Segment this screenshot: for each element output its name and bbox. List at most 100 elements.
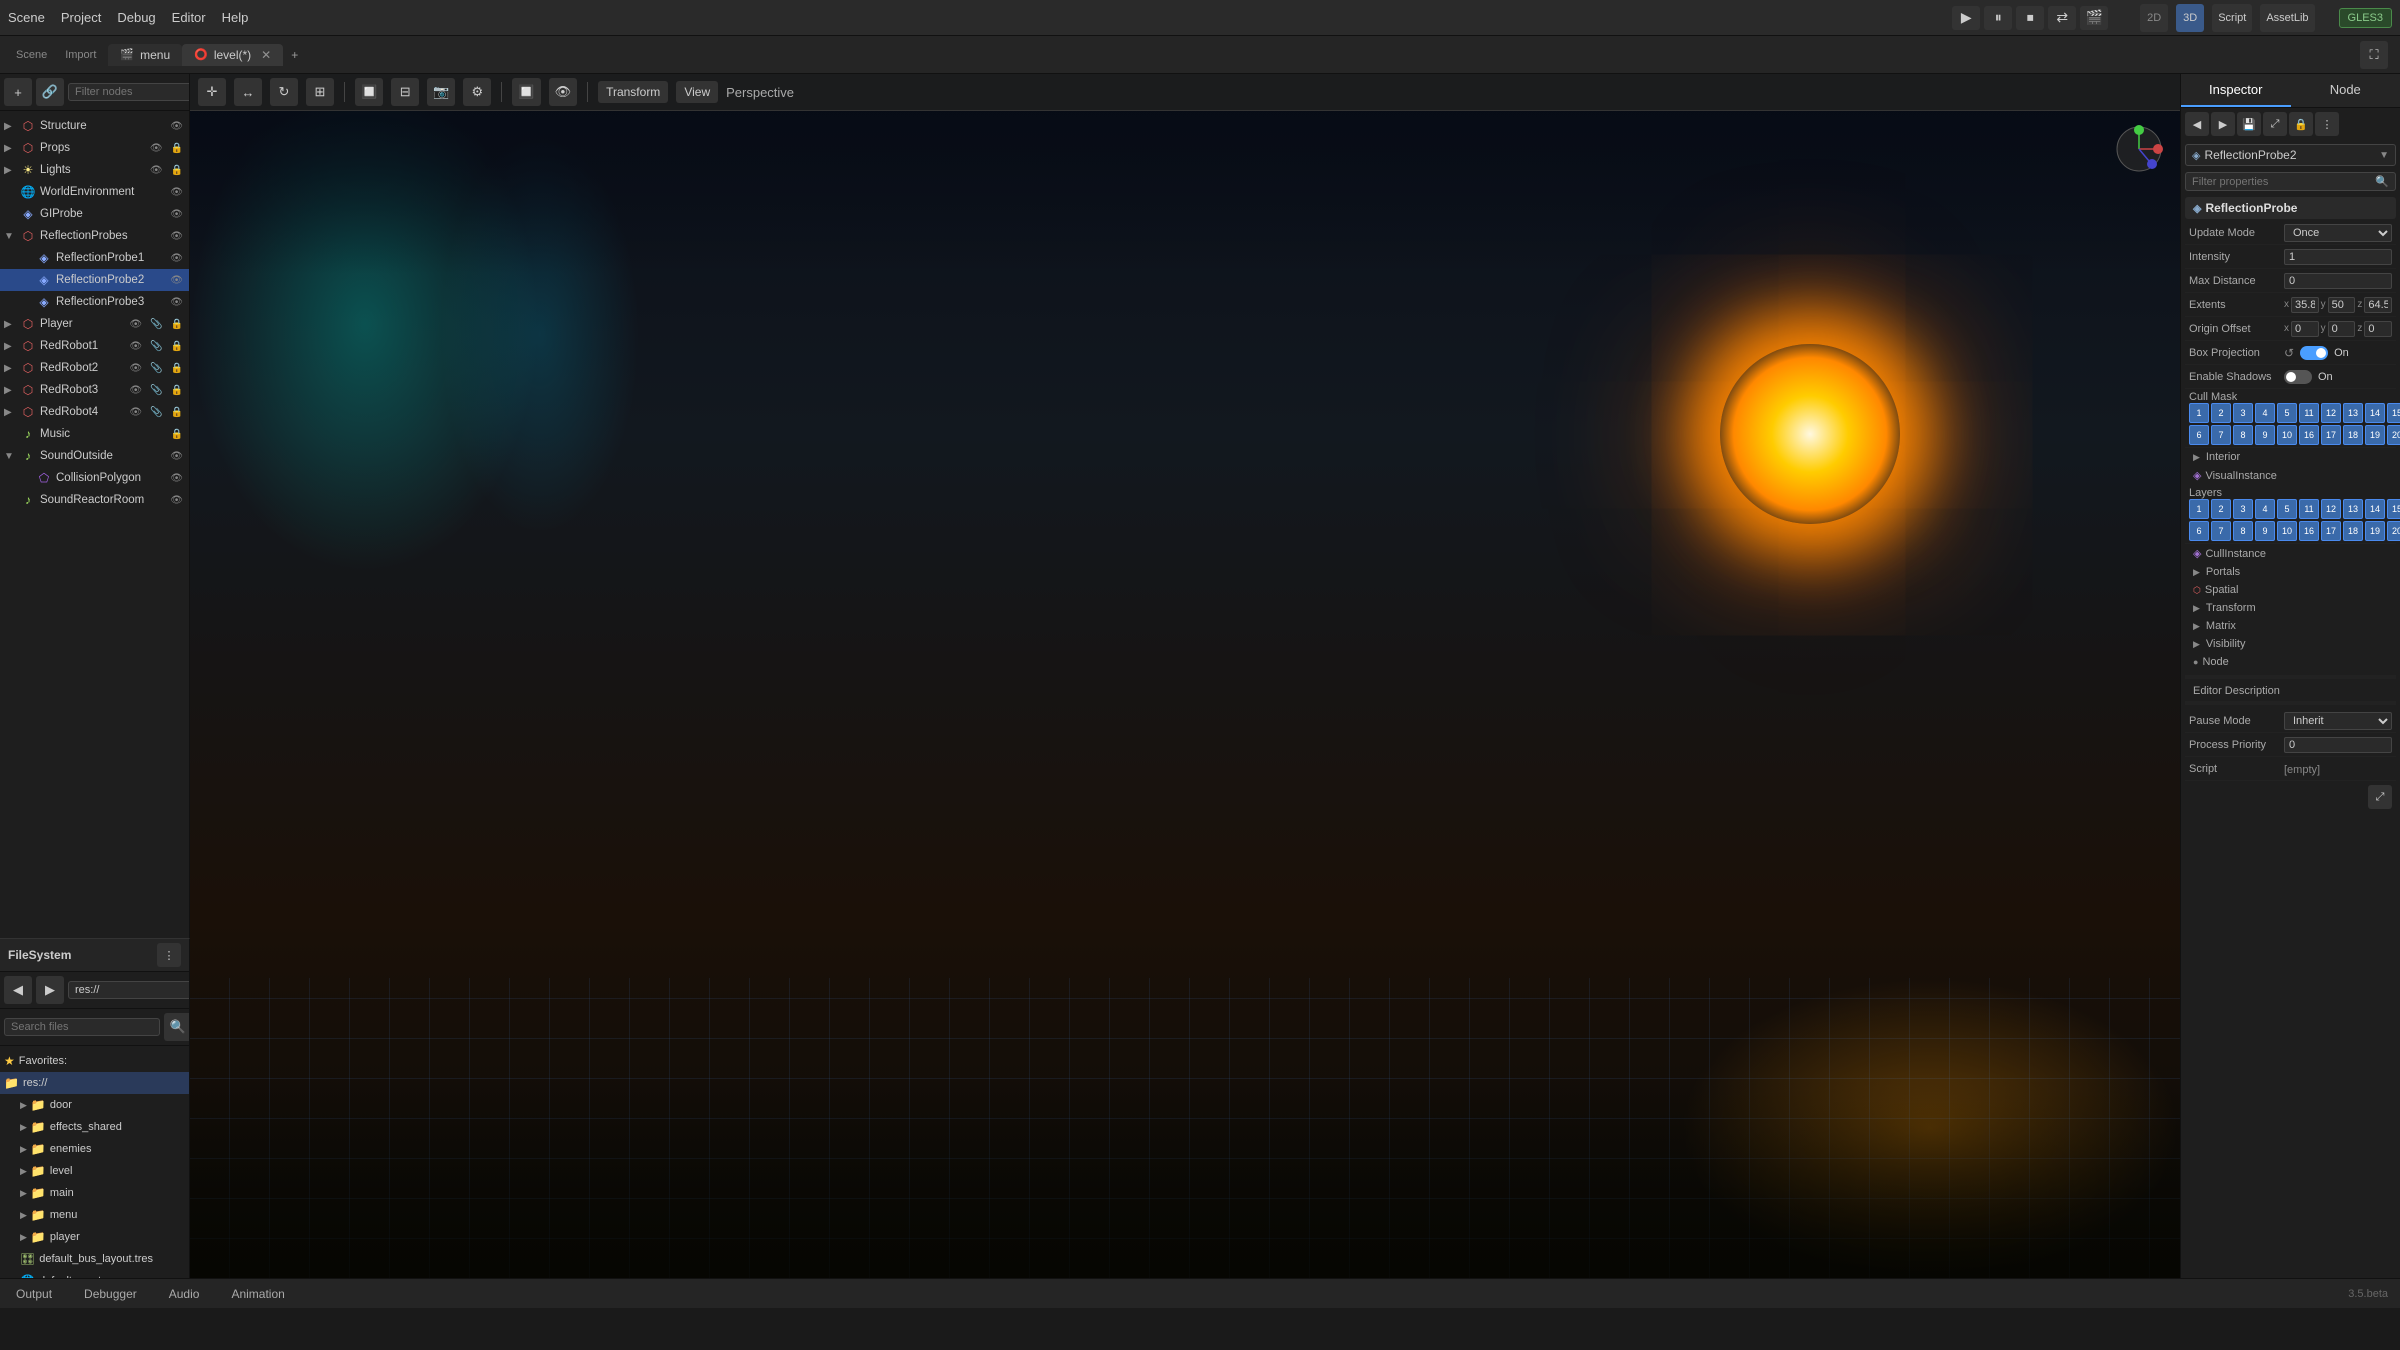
layer-cell-12[interactable]: 12 xyxy=(2321,499,2341,519)
script-button[interactable]: Script xyxy=(2212,4,2252,32)
menu-debug[interactable]: Debug xyxy=(117,10,155,25)
tree-lock-player[interactable]: 🔒 xyxy=(169,318,185,331)
fs-file-bus-layout[interactable]: 🎛 default_bus_layout.tres xyxy=(0,1248,189,1270)
bottom-tab-audio[interactable]: Audio xyxy=(153,1281,216,1307)
tree-inst-rr2[interactable]: 📎 xyxy=(148,362,164,375)
tree-vis-rp3[interactable]: 👁 xyxy=(168,296,185,309)
fs-file-default-env[interactable]: 🌐 default_env.tres xyxy=(0,1270,189,1278)
sub-section-portals[interactable]: ▶ Portals xyxy=(2185,563,2396,581)
pause-mode-select[interactable]: Inherit xyxy=(2284,712,2392,730)
tree-inst-rr1[interactable]: 📎 xyxy=(148,340,164,353)
cull-cell-15[interactable]: 15 xyxy=(2387,403,2400,423)
sub-section-visibility[interactable]: ▶ Visibility xyxy=(2185,635,2396,653)
menu-help[interactable]: Help xyxy=(222,10,249,25)
tree-item-reflectionprobes[interactable]: ▼ ⬡ ReflectionProbes 👁 xyxy=(0,225,189,247)
sub-section-interior[interactable]: ▶ Interior xyxy=(2185,448,2396,466)
extents-y-input[interactable] xyxy=(2328,297,2356,313)
tree-vis-rr1[interactable]: 👁 xyxy=(127,340,144,353)
mode-2d-button[interactable]: 2D xyxy=(2140,4,2168,32)
viewport-select-button[interactable]: ✛ xyxy=(198,78,226,106)
cull-cell-20[interactable]: 20 xyxy=(2387,425,2400,445)
inspector-save-button[interactable]: 💾 xyxy=(2237,112,2261,136)
instance-scene-button[interactable]: 🔗 xyxy=(36,78,64,106)
viewport-mode-button[interactable]: 🔲 xyxy=(512,78,540,106)
filter-props-input[interactable] xyxy=(2192,176,2371,188)
maximize-viewport-button[interactable]: ⛶ xyxy=(2360,41,2388,69)
sub-section-visual-instance[interactable]: ◈ VisualInstance xyxy=(2185,466,2396,485)
tree-vis-reflectionprobes[interactable]: 👁 xyxy=(168,230,185,243)
layer-cell-17[interactable]: 17 xyxy=(2321,521,2341,541)
fs-search-input[interactable] xyxy=(4,1018,160,1036)
tree-lock-lights[interactable]: 🔒 xyxy=(169,164,185,177)
layer-cell-15[interactable]: 15 xyxy=(2387,499,2400,519)
remote-button[interactable]: ⇄ xyxy=(2048,6,2076,30)
sub-section-matrix[interactable]: ▶ Matrix xyxy=(2185,617,2396,635)
viewport-transform-button[interactable]: Transform xyxy=(598,81,668,103)
menu-project[interactable]: Project xyxy=(61,10,101,25)
tree-item-structure[interactable]: ▶ ⬡ Structure 👁 xyxy=(0,115,189,137)
section-reflectionprobe[interactable]: ◈ ReflectionProbe xyxy=(2185,197,2396,219)
menu-editor[interactable]: Editor xyxy=(172,10,206,25)
cull-cell-14[interactable]: 14 xyxy=(2365,403,2385,423)
viewport-move-button[interactable]: ↔ xyxy=(234,78,262,106)
extents-z-input[interactable] xyxy=(2364,297,2392,313)
mode-3d-button[interactable]: 3D xyxy=(2176,4,2204,32)
prop-update-mode-value[interactable]: Once xyxy=(2284,224,2392,242)
tree-vis-worldenv[interactable]: 👁 xyxy=(168,186,185,199)
tree-item-redrobot1[interactable]: ▶ ⬡ RedRobot1 👁 📎 🔒 xyxy=(0,335,189,357)
stop-button[interactable]: ⏹ xyxy=(2016,6,2044,30)
prop-process-priority-value[interactable] xyxy=(2284,737,2392,753)
layer-cell-1[interactable]: 1 xyxy=(2189,499,2209,519)
origin-z-input[interactable] xyxy=(2364,321,2392,337)
inspector-forward-button[interactable]: ▶ xyxy=(2211,112,2235,136)
cull-cell-8[interactable]: 8 xyxy=(2233,425,2253,445)
viewport-scale-button[interactable]: ⊞ xyxy=(306,78,334,106)
extents-x-input[interactable] xyxy=(2291,297,2319,313)
cull-cell-13[interactable]: 13 xyxy=(2343,403,2363,423)
tab-close-button[interactable]: ✕ xyxy=(261,48,271,62)
add-node-button[interactable]: + xyxy=(4,78,32,106)
tree-vis-rr2[interactable]: 👁 xyxy=(127,362,144,375)
layer-cell-6[interactable]: 6 xyxy=(2189,521,2209,541)
tree-item-player[interactable]: ▶ ⬡ Player 👁 📎 🔒 xyxy=(0,313,189,335)
tree-item-props[interactable]: ▶ ⬡ Props 👁 🔒 xyxy=(0,137,189,159)
fs-folder-menu[interactable]: ▶ 📁 menu xyxy=(0,1204,189,1226)
layer-cell-11[interactable]: 11 xyxy=(2299,499,2319,519)
tree-vis-rp1[interactable]: 👁 xyxy=(168,252,185,265)
cull-cell-16[interactable]: 16 xyxy=(2299,425,2319,445)
process-priority-input[interactable] xyxy=(2284,737,2392,753)
tree-item-soundreactorroom[interactable]: ♪ SoundReactorRoom 👁 xyxy=(0,489,189,511)
tree-lock-props[interactable]: 🔒 xyxy=(169,142,185,155)
layer-cell-14[interactable]: 14 xyxy=(2365,499,2385,519)
tree-item-collisionpolygon[interactable]: ⬠ CollisionPolygon 👁 xyxy=(0,467,189,489)
sub-section-cull-instance[interactable]: ◈ CullInstance xyxy=(2185,544,2396,563)
tree-item-worldenv[interactable]: 🌐 WorldEnvironment 👁 xyxy=(0,181,189,203)
tab-level[interactable]: ⭕ level(*) ✕ xyxy=(182,44,283,66)
inspector-expand-button[interactable]: ⤢ xyxy=(2263,112,2287,136)
layer-cell-19[interactable]: 19 xyxy=(2365,521,2385,541)
fs-folder-main[interactable]: ▶ 📁 main xyxy=(0,1182,189,1204)
cull-cell-2[interactable]: 2 xyxy=(2211,403,2231,423)
tab-add-button[interactable]: + xyxy=(283,44,306,66)
tree-item-reflectionprobe2[interactable]: ◈ ReflectionProbe2 👁 xyxy=(0,269,189,291)
import-label-tab[interactable]: Import xyxy=(57,45,104,65)
prop-pause-mode-value[interactable]: Inherit xyxy=(2284,712,2392,730)
layer-cell-16[interactable]: 16 xyxy=(2299,521,2319,541)
cull-cell-5[interactable]: 5 xyxy=(2277,403,2297,423)
cull-cell-7[interactable]: 7 xyxy=(2211,425,2231,445)
origin-x-input[interactable] xyxy=(2291,321,2319,337)
fs-folder-level[interactable]: ▶ 📁 level xyxy=(0,1160,189,1182)
viewport-camera-button[interactable]: 📷 xyxy=(427,78,455,106)
tree-item-soundoutside[interactable]: ▼ ♪ SoundOutside 👁 xyxy=(0,445,189,467)
fs-folder-player[interactable]: ▶ 📁 player xyxy=(0,1226,189,1248)
tab-menu[interactable]: 🎬 menu xyxy=(108,44,182,66)
origin-y-input[interactable] xyxy=(2328,321,2356,337)
pause-button[interactable]: ⏸ xyxy=(1984,6,2012,30)
object-selector[interactable]: ◈ ReflectionProbe2 ▼ xyxy=(2185,144,2396,166)
menu-scene[interactable]: Scene xyxy=(8,10,45,25)
fs-options-button[interactable]: ⋮ xyxy=(157,943,181,967)
tree-item-giprobe[interactable]: ◈ GIProbe 👁 xyxy=(0,203,189,225)
inspector-options-button[interactable]: ⋮ xyxy=(2315,112,2339,136)
bottom-tab-animation[interactable]: Animation xyxy=(215,1281,300,1307)
tree-item-lights[interactable]: ▶ ☀ Lights 👁 🔒 xyxy=(0,159,189,181)
